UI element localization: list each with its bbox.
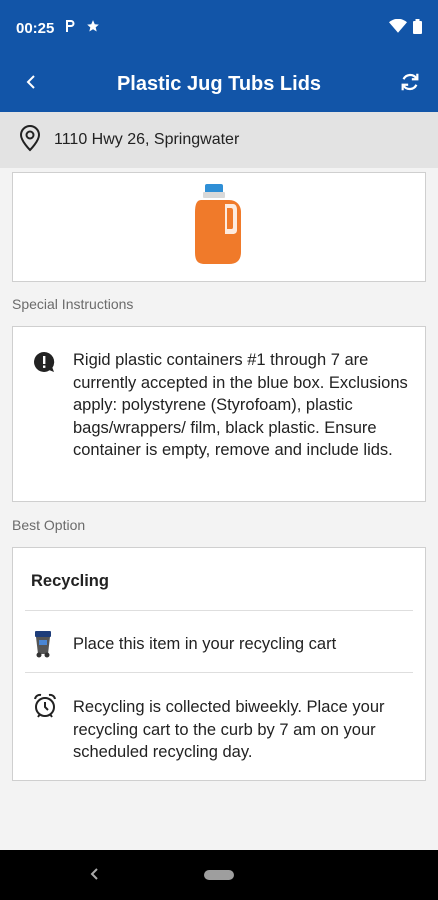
option-row-text: Recycling is collected biweekly. Place y… xyxy=(73,698,385,761)
chevron-left-icon xyxy=(25,74,39,95)
p-icon xyxy=(64,19,76,37)
nav-back-icon[interactable] xyxy=(88,866,100,887)
item-image-card xyxy=(12,172,426,282)
refresh-icon xyxy=(399,71,421,98)
option-title: Recycling xyxy=(31,572,109,590)
status-time: 00:25 xyxy=(16,19,55,37)
special-instructions-card: Rigid plastic containers #1 through 7 ar… xyxy=(12,326,426,502)
refresh-button[interactable] xyxy=(396,70,424,98)
location-bar[interactable]: 1110 Hwy 26, Springwater xyxy=(0,112,438,168)
location-address: 1110 Hwy 26, Springwater xyxy=(54,131,240,148)
system-nav-bar xyxy=(0,850,438,900)
status-bar: 00:25 xyxy=(0,0,438,56)
divider xyxy=(25,610,413,611)
detergent-jug-icon xyxy=(191,183,247,271)
divider xyxy=(25,672,413,673)
special-instructions-text: Rigid plastic containers #1 through 7 ar… xyxy=(73,351,408,459)
back-button[interactable] xyxy=(18,70,46,98)
best-option-label: Best Option xyxy=(12,517,86,533)
alert-bubble-icon xyxy=(33,351,55,378)
wifi-icon xyxy=(389,18,407,37)
location-pin-icon xyxy=(18,124,42,157)
alarm-clock-icon xyxy=(33,693,57,724)
app-bar: Plastic Jug Tubs Lids xyxy=(0,56,438,112)
option-row-text: Place this item in your recycling cart xyxy=(73,635,337,653)
battery-icon xyxy=(413,18,422,38)
page-title: Plastic Jug Tubs Lids xyxy=(116,72,322,95)
recycling-cart-icon xyxy=(33,630,53,663)
nav-home-pill-icon[interactable] xyxy=(204,870,234,880)
special-instructions-label: Special Instructions xyxy=(12,296,134,312)
best-option-card: Recycling Place this item in your recycl… xyxy=(12,547,426,781)
star-icon xyxy=(86,19,100,37)
